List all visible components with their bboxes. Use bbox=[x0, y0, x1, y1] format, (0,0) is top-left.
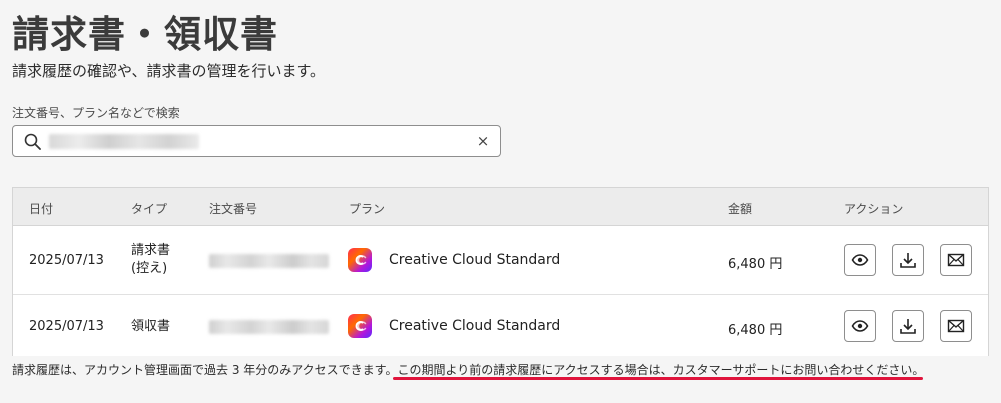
creative-cloud-icon bbox=[348, 314, 372, 338]
highlight-underline bbox=[393, 377, 923, 380]
row-plan: Creative Cloud Standard bbox=[389, 318, 561, 334]
column-header-actions: アクション bbox=[844, 202, 904, 216]
search-value[interactable] bbox=[59, 132, 199, 151]
eye-icon bbox=[851, 254, 869, 266]
column-header-date: 日付 bbox=[29, 202, 54, 216]
row-order-number bbox=[209, 252, 329, 268]
view-button[interactable] bbox=[844, 244, 876, 276]
row-order-number bbox=[209, 318, 329, 334]
download-button[interactable] bbox=[892, 244, 924, 276]
row-amount: 6,480 円 bbox=[728, 323, 783, 338]
page-title: 請求書・領収書 bbox=[12, 13, 278, 56]
row-type-line1: 領収書 bbox=[131, 319, 171, 334]
search-label: 注文番号、プラン名などで検索 bbox=[12, 106, 180, 120]
column-header-order: 注文番号 bbox=[209, 202, 258, 216]
eye-icon bbox=[851, 320, 869, 332]
download-icon bbox=[900, 253, 916, 268]
mail-icon bbox=[947, 253, 965, 267]
row-type: 領収書 bbox=[131, 318, 170, 336]
email-button[interactable] bbox=[940, 310, 972, 342]
footer-note: 請求履歴は、アカウント管理画面で過去 3 年分のみアクセスできます。この期間より… bbox=[12, 361, 924, 378]
search-input[interactable]: × bbox=[12, 125, 501, 157]
row-date: 2025/07/13 bbox=[29, 253, 104, 268]
table-header: 日付 タイプ 注文番号 プラン 金額 アクション bbox=[13, 188, 988, 226]
creative-cloud-icon bbox=[348, 248, 372, 272]
view-button[interactable] bbox=[844, 310, 876, 342]
column-header-type: タイプ bbox=[131, 202, 168, 216]
footer-note-plain: 請求履歴は、アカウント管理画面で過去 3 年分のみアクセスできます。 bbox=[12, 363, 398, 377]
column-header-amount: 金額 bbox=[728, 202, 753, 216]
column-header-plan: プラン bbox=[349, 202, 386, 216]
row-type-line2: (控え) bbox=[131, 261, 168, 276]
email-button[interactable] bbox=[940, 244, 972, 276]
download-button[interactable] bbox=[892, 310, 924, 342]
search-icon bbox=[24, 133, 41, 150]
mail-icon bbox=[947, 319, 965, 333]
row-plan: Creative Cloud Standard bbox=[389, 252, 561, 268]
billing-table: 日付 タイプ 注文番号 プラン 金額 アクション 2025/07/13 請求書 … bbox=[12, 187, 989, 356]
table-row: 2025/07/13 請求書 (控え) Creative Cloud Stand… bbox=[13, 226, 988, 294]
row-type-line1: 請求書 bbox=[131, 243, 171, 258]
page-subtitle: 請求履歴の確認や、請求書の管理を行います。 bbox=[12, 62, 326, 80]
row-type: 請求書 (控え) bbox=[131, 242, 170, 278]
row-date: 2025/07/13 bbox=[29, 319, 104, 334]
row-amount: 6,480 円 bbox=[728, 257, 783, 272]
table-row: 2025/07/13 領収書 Creative Cloud Standard 6… bbox=[13, 294, 988, 356]
close-icon[interactable]: × bbox=[474, 132, 492, 150]
download-icon bbox=[900, 319, 916, 334]
footer-note-highlight: この期間より前の請求履歴にアクセスする場合は、カスタマーサポートにお問い合わせく… bbox=[397, 363, 925, 377]
